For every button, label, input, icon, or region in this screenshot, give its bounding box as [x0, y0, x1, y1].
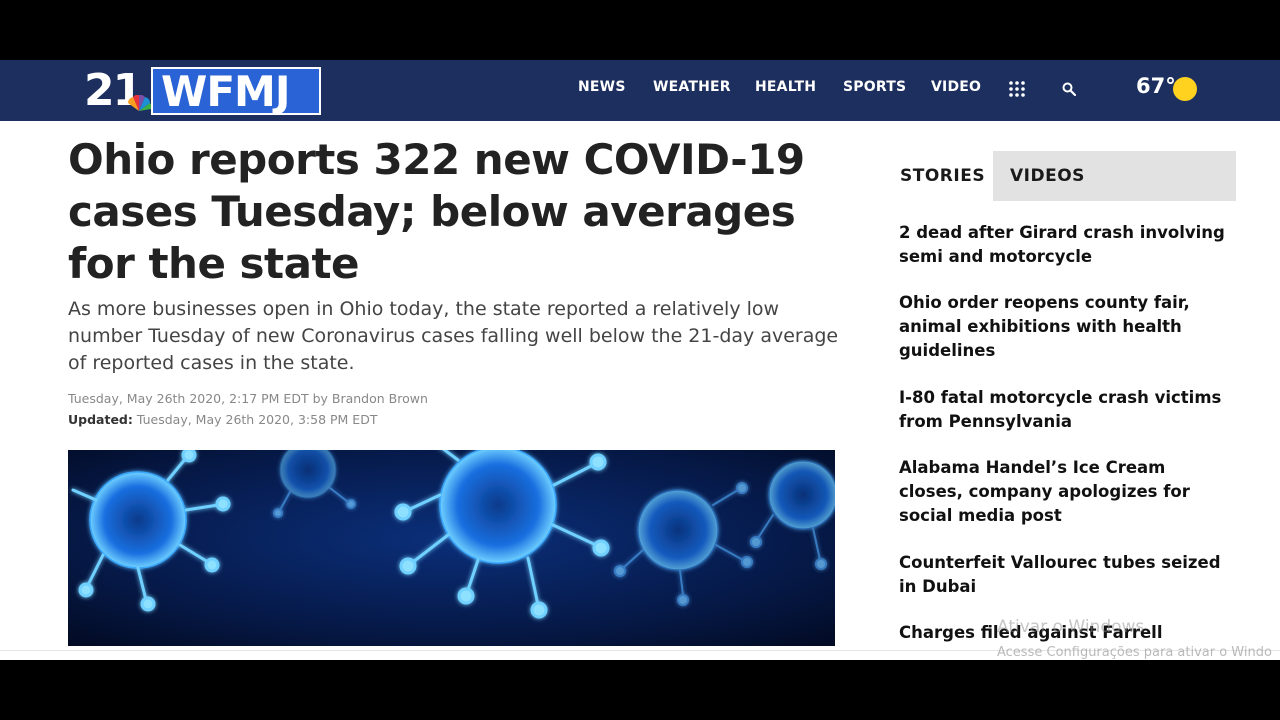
tab-stories[interactable]: STORIES: [885, 151, 993, 201]
logo-wordmark: WFMJ: [161, 67, 290, 116]
search-icon[interactable]: [1062, 82, 1076, 96]
story-link[interactable]: 2 dead after Girard crash involving semi…: [899, 221, 1229, 269]
story-link[interactable]: Ohio order reopens county fair, animal e…: [899, 291, 1229, 363]
article-headline: Ohio reports 322 new COVID-19 cases Tues…: [68, 135, 805, 288]
logo-wordmark-box: WFMJ: [151, 67, 321, 115]
peacock-icon: [128, 95, 152, 111]
grid-icon[interactable]: [1008, 80, 1026, 98]
nav-sports[interactable]: SPORTS: [843, 79, 906, 95]
windows-activation-text: Acesse Configurações para ativar o Windo: [997, 645, 1272, 660]
story-link[interactable]: Counterfeit Vallourec tubes seized in Du…: [899, 551, 1229, 599]
story-link[interactable]: I-80 fatal motorcycle crash victims from…: [899, 386, 1229, 434]
nav-health[interactable]: HEALTH: [755, 79, 816, 95]
top-navigation: 21 WFMJ NEWS WEATHER HEALTH SPORTS VIDEO: [0, 60, 1280, 121]
article-updated: Updated: Tuesday, May 26th 2020, 3:58 PM…: [68, 412, 377, 427]
tab-videos[interactable]: VIDEOS: [993, 151, 1236, 201]
updated-label: Updated:: [68, 412, 133, 427]
sun-icon[interactable]: [1173, 77, 1197, 101]
published-date: Tuesday, May 26th 2020, 2:17 PM EDT: [68, 391, 309, 406]
windows-activation-title: Ativar o Windows: [997, 617, 1145, 637]
article-byline: Tuesday, May 26th 2020, 2:17 PM EDT by B…: [68, 391, 428, 406]
story-link[interactable]: Alabama Handel’s Ice Cream closes, compa…: [899, 456, 1229, 528]
wfmj-logo[interactable]: 21 WFMJ: [84, 67, 321, 115]
weather-temperature[interactable]: 67°: [1136, 74, 1176, 98]
updated-date: Tuesday, May 26th 2020, 3:58 PM EDT: [136, 412, 378, 427]
nav-weather[interactable]: WEATHER: [653, 79, 731, 95]
browser-viewport: 21 WFMJ NEWS WEATHER HEALTH SPORTS VIDEO: [0, 60, 1280, 660]
hero-image-coronavirus[interactable]: [68, 450, 835, 646]
author-byline[interactable]: by Brandon Brown: [313, 391, 428, 406]
article-summary: As more businesses open in Ohio today, t…: [68, 298, 839, 374]
nav-news[interactable]: NEWS: [578, 79, 626, 95]
sidebar-tabs: STORIES VIDEOS: [885, 151, 1236, 201]
nav-video[interactable]: VIDEO: [931, 79, 981, 95]
